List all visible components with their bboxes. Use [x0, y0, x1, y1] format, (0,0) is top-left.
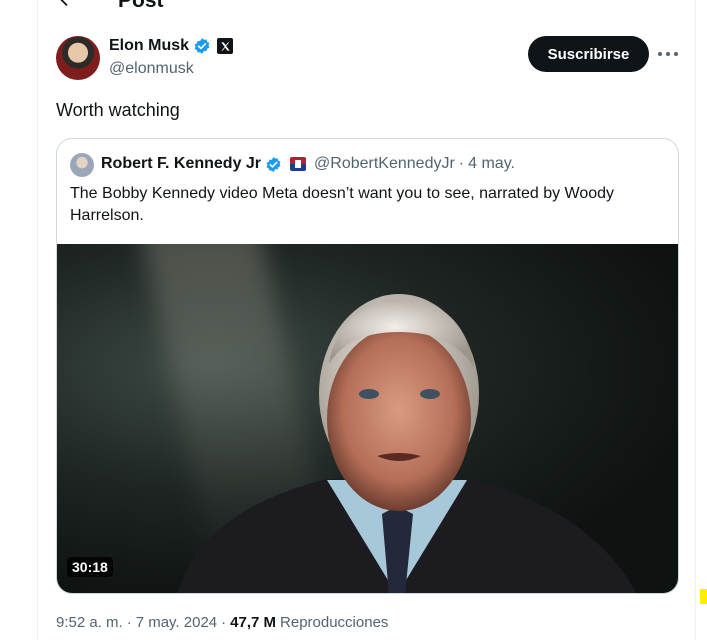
quoted-author-name[interactable]: Robert F. Kennedy Jr: [101, 155, 261, 173]
post-date[interactable]: 7 may. 2024: [136, 614, 217, 631]
author-name[interactable]: Elon Musk: [109, 37, 189, 55]
more-horizontal-icon[interactable]: [658, 44, 678, 64]
video-duration-badge: 30:18: [67, 557, 113, 577]
quoted-post-date[interactable]: 4 may.: [468, 155, 515, 173]
post-text: Worth watching: [56, 100, 180, 120]
verified-badge-icon[interactable]: [193, 37, 211, 55]
post-meta: 9:52 a. m. · 7 may. 2024 · 47,7 M Reprod…: [56, 614, 388, 631]
meta-separator: ·: [221, 614, 227, 631]
views-label: Reproducciones: [280, 614, 389, 631]
quoted-post-text: The Bobby Kennedy video Meta doesn’t wan…: [70, 185, 615, 224]
us-flag-icon: [290, 157, 307, 171]
author-handle[interactable]: @elonmusk: [109, 60, 194, 78]
quoted-author-avatar[interactable]: [70, 153, 94, 177]
quoted-post-header: Robert F. Kennedy Jr @RobertKennedyJr · …: [101, 155, 515, 173]
top-bar: Post: [38, 0, 695, 16]
x-logo-glyph: [220, 41, 230, 51]
author-name-row: Elon Musk: [109, 37, 234, 55]
post-time[interactable]: 9:52 a. m.: [56, 614, 123, 631]
quoted-author-handle[interactable]: @RobertKennedyJr: [314, 155, 455, 173]
views-count: 47,7 M: [230, 614, 277, 631]
verified-badge-icon[interactable]: [265, 156, 282, 173]
video-frame-person: [177, 294, 636, 593]
x-logo-icon[interactable]: [217, 38, 234, 54]
quoted-post-card[interactable]: Robert F. Kennedy Jr @RobertKennedyJr · …: [56, 138, 679, 594]
arrow-left-icon[interactable]: [56, 0, 78, 10]
quoted-separator: ·: [458, 155, 465, 172]
subscribe-button[interactable]: Suscribirse: [528, 36, 649, 72]
page-title: Post: [118, 0, 164, 12]
video-player[interactable]: 30:18: [57, 244, 678, 593]
post-column: Post Elon Musk @elonmusk Suscribirse Wor…: [37, 0, 696, 640]
cursor-highlight: [700, 589, 707, 604]
author-avatar[interactable]: [56, 36, 100, 80]
meta-separator: ·: [126, 614, 132, 631]
